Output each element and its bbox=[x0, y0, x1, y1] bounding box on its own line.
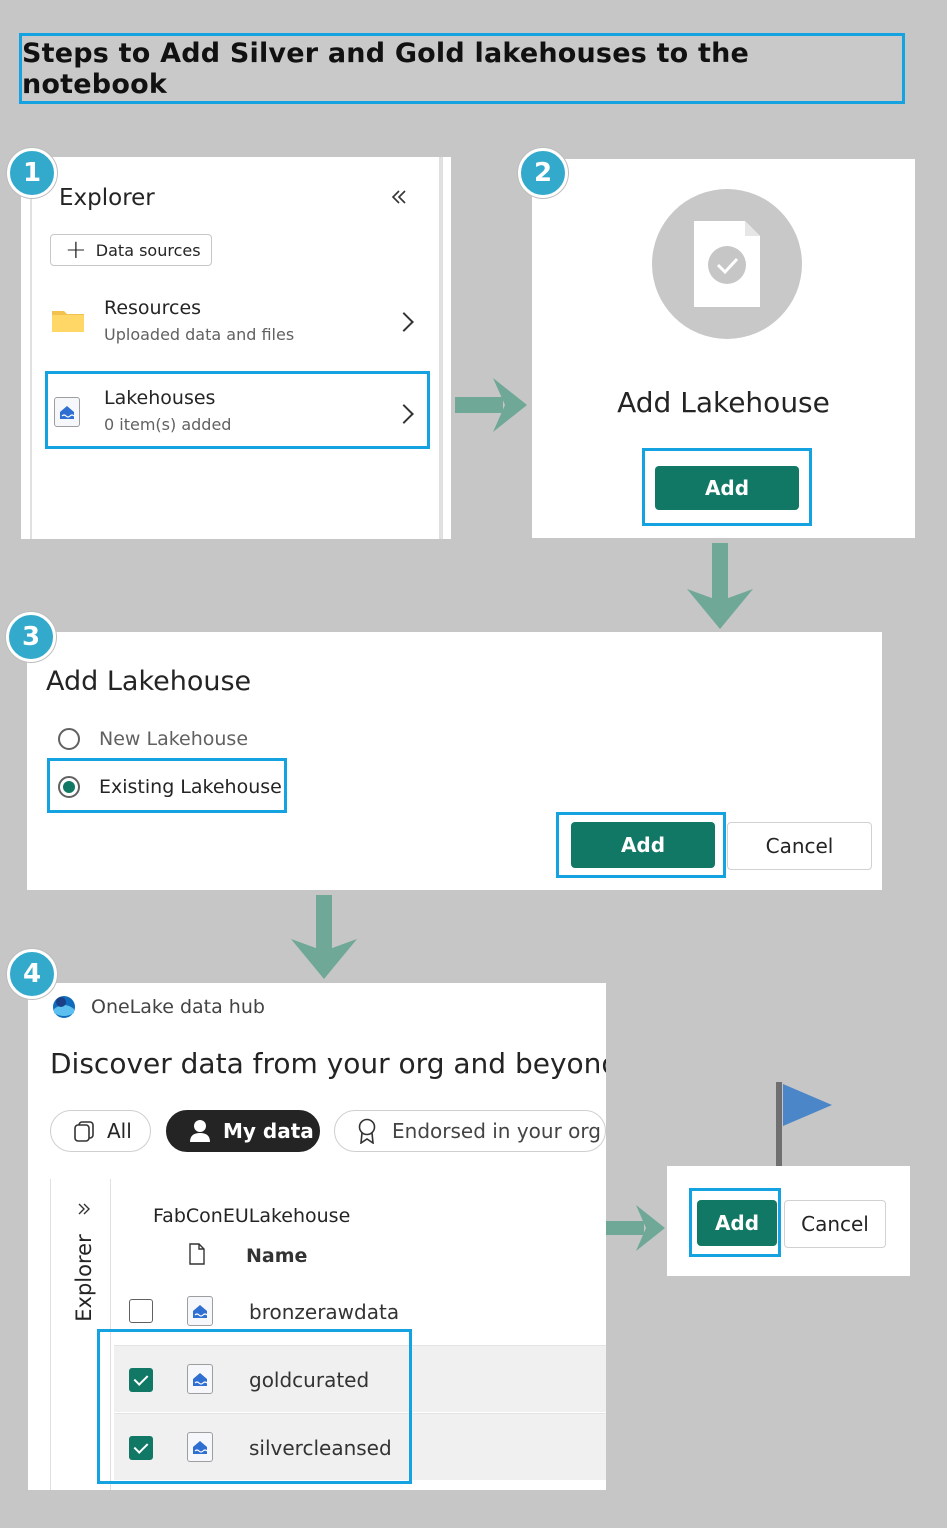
new-lakehouse-label: New Lakehouse bbox=[99, 728, 249, 750]
step-badge-3: 3 bbox=[6, 612, 56, 662]
cancel-button[interactable]: Cancel bbox=[784, 1200, 886, 1248]
filter-my-data[interactable]: My data bbox=[166, 1110, 320, 1152]
lakehouse-icon bbox=[187, 1296, 213, 1326]
explorer-panel: Explorer + Data sources Resources Upload… bbox=[21, 157, 451, 539]
flag-icon bbox=[774, 1080, 836, 1168]
filter-my-data-label: My data bbox=[223, 1119, 314, 1143]
row-name: bronzerawdata bbox=[249, 1300, 400, 1324]
explorer-panel-right-border bbox=[439, 157, 443, 539]
workspace-name: FabConEULakehouse bbox=[153, 1205, 351, 1227]
filter-endorsed[interactable]: Endorsed in your org bbox=[334, 1110, 606, 1152]
data-sources-label: Data sources bbox=[95, 240, 201, 260]
copy-icon bbox=[71, 1119, 97, 1143]
cancel-button[interactable]: Cancel bbox=[727, 822, 872, 870]
step-badge-4: 4 bbox=[7, 949, 57, 999]
page-title-box: Steps to Add Silver and Gold lakehouses … bbox=[19, 33, 905, 104]
ribbon-icon bbox=[357, 1118, 377, 1145]
chevron-right-icon bbox=[394, 312, 414, 332]
collapse-icon[interactable] bbox=[389, 187, 409, 207]
side-panel-border-left bbox=[50, 1179, 51, 1490]
document-check-icon bbox=[652, 189, 802, 339]
filter-endorsed-label: Endorsed in your org bbox=[392, 1119, 601, 1143]
selected-rows-highlight bbox=[97, 1329, 412, 1484]
plus-icon: + bbox=[65, 235, 87, 265]
expand-icon[interactable] bbox=[76, 1201, 92, 1217]
dialog-title: Add Lakehouse bbox=[46, 666, 252, 697]
final-add-highlight bbox=[689, 1188, 781, 1257]
row-checkbox[interactable] bbox=[129, 1299, 153, 1323]
onelake-icon bbox=[51, 993, 77, 1019]
data-sources-button[interactable]: + Data sources bbox=[50, 234, 212, 266]
onelake-heading: Discover data from your org and beyond bbox=[50, 1047, 606, 1080]
arrow-right-icon bbox=[455, 376, 529, 434]
explorer-panel-left-border bbox=[30, 157, 32, 539]
add-button-highlight bbox=[642, 448, 812, 526]
page-title: Steps to Add Silver and Gold lakehouses … bbox=[22, 37, 750, 100]
resources-subtitle: Uploaded data and files bbox=[104, 325, 295, 344]
filter-all[interactable]: All bbox=[50, 1110, 151, 1152]
add-lakehouse-card-title: Add Lakehouse bbox=[617, 386, 830, 419]
add-button-highlight bbox=[556, 812, 726, 878]
lakehouses-highlight bbox=[45, 371, 430, 449]
explorer-title: Explorer bbox=[59, 185, 155, 211]
arrow-down-icon bbox=[289, 895, 359, 981]
new-lakehouse-radio[interactable] bbox=[58, 728, 80, 750]
resources-title: Resources bbox=[104, 297, 202, 319]
step-badge-2: 2 bbox=[518, 148, 568, 198]
side-panel-label: Explorer bbox=[72, 1234, 96, 1322]
person-icon bbox=[189, 1119, 211, 1143]
resources-item[interactable]: Resources Uploaded data and files bbox=[46, 289, 431, 351]
filter-all-label: All bbox=[107, 1119, 132, 1143]
column-name-header: Name bbox=[246, 1245, 308, 1267]
folder-icon bbox=[51, 307, 85, 332]
file-icon bbox=[188, 1243, 206, 1265]
existing-lakehouse-highlight bbox=[47, 758, 287, 813]
step-badge-1: 1 bbox=[7, 148, 57, 198]
arrow-right-icon bbox=[606, 1203, 666, 1253]
arrow-down-icon bbox=[685, 543, 755, 631]
onelake-app-title: OneLake data hub bbox=[91, 996, 265, 1018]
